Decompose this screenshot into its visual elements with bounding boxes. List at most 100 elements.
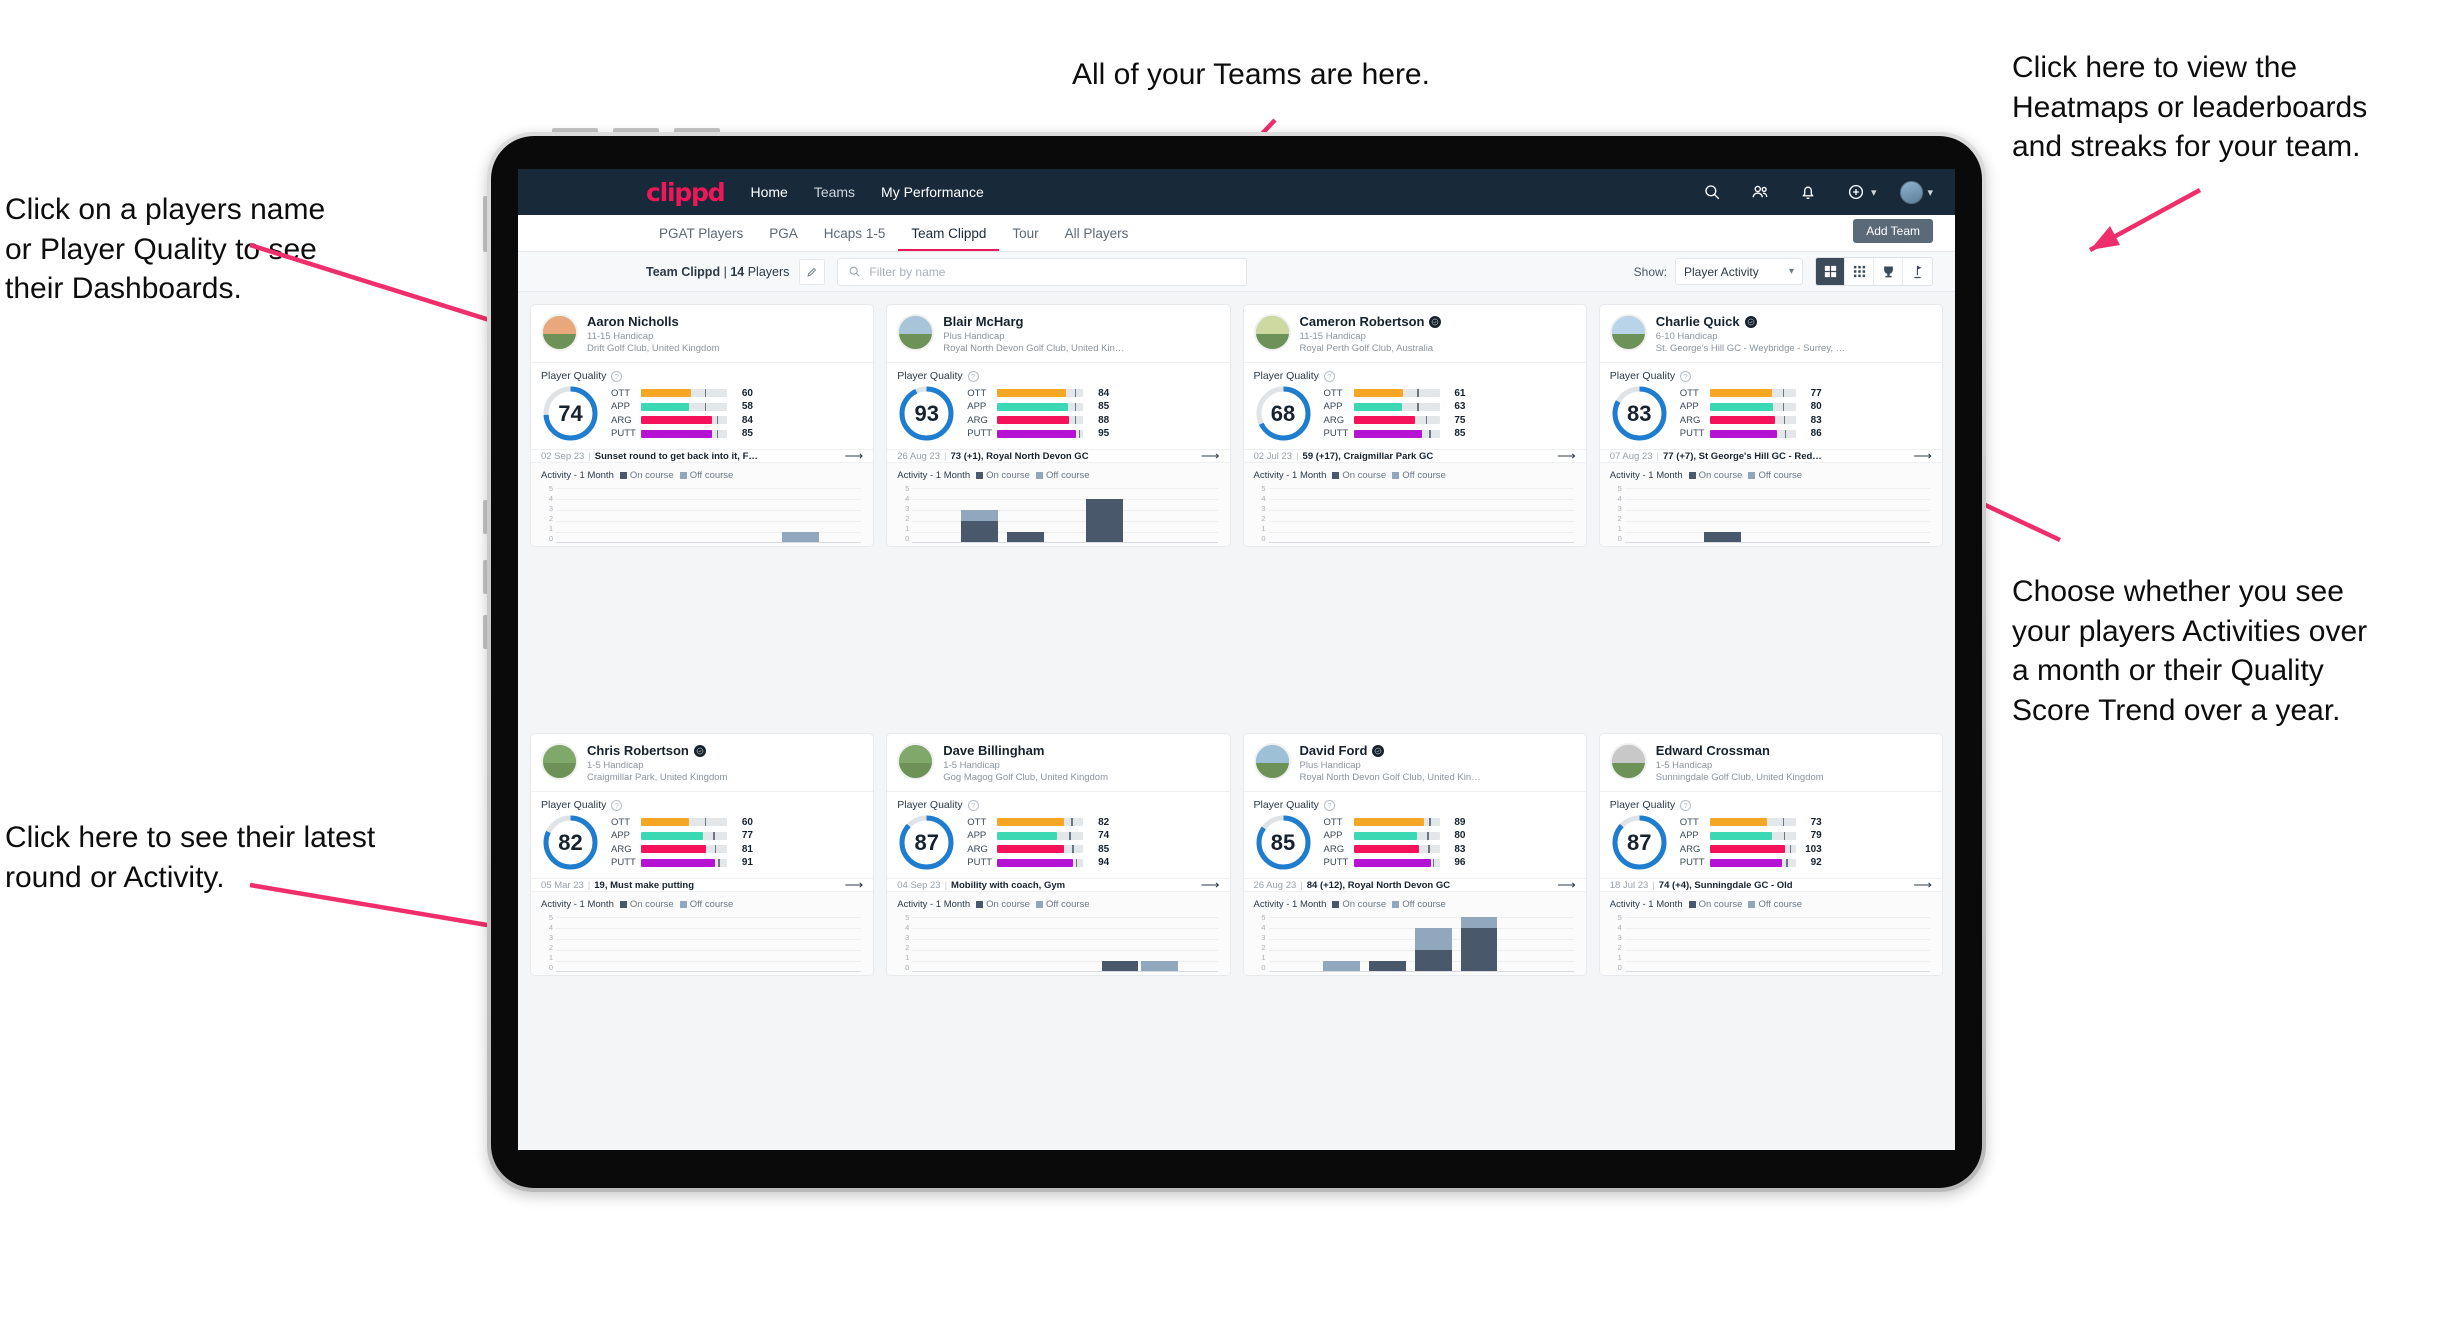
player-card[interactable]: Blair McHarg Plus Handicap Royal North Dev… <box>886 304 1231 547</box>
y-axis-tick: 5 <box>548 484 553 493</box>
nav-link-my-performance[interactable]: My Performance <box>881 184 984 200</box>
player-card[interactable]: Cameron Robertson 11-15 Handicap Royal Per… <box>1242 304 1587 547</box>
player-name[interactable]: Chris Robertson <box>587 743 863 758</box>
help-icon[interactable]: ? <box>967 370 979 382</box>
people-icon[interactable] <box>1749 181 1771 203</box>
heatmap-view-icon[interactable] <box>1845 258 1874 285</box>
player-quality-block[interactable]: Player Quality? 87 OTT 82 APP 74 ARG 85 PUTT 94 <box>887 792 1230 879</box>
player-quality-block[interactable]: Player Quality? 68 OTT 61 APP 63 ARG 75 PUTT 85 <box>1243 363 1586 450</box>
grid-view-icon[interactable] <box>1816 258 1845 285</box>
player-name[interactable]: David Ford <box>1300 743 1576 758</box>
player-quality-block[interactable]: Player Quality? 82 OTT 60 APP 77 ARG 81 PUTT 91 <box>531 792 874 879</box>
metric-bar-track <box>641 818 727 827</box>
metric-value: 95 <box>1098 428 1110 440</box>
latest-round-row[interactable]: 26 Aug 23 | 84 (+12), Royal North Devon GC… <box>1243 879 1586 892</box>
tab-all-players[interactable]: All Players <box>1052 226 1142 251</box>
streaks-flag-icon[interactable] <box>1903 258 1932 285</box>
player-quality-block[interactable]: Player Quality? 85 OTT 89 APP 80 ARG 83 PUTT 96 <box>1243 792 1586 879</box>
metric-bar-track <box>997 429 1084 438</box>
activity-header: Activity - 1 Month On course Off course <box>897 470 1219 481</box>
show-select[interactable]: Player Activity ▾ <box>1675 258 1803 285</box>
player-name[interactable]: Blair McHarg <box>943 314 1219 329</box>
latest-round-row[interactable]: 02 Jul 23 | 59 (+17), Craigmillar Park GC ⟶ <box>1243 450 1586 463</box>
help-icon[interactable]: ? <box>1680 370 1692 382</box>
activity-header: Activity - 1 Month On course Off course <box>541 470 863 481</box>
latest-round-row[interactable]: 07 Aug 23 | 77 (+7), St George's Hill GC -… <box>1599 450 1942 463</box>
arrow-right-icon[interactable]: ⟶ <box>1913 879 1932 891</box>
metric-bar-track <box>997 416 1084 425</box>
add-circle-icon[interactable] <box>1845 181 1867 203</box>
metric-value: 80 <box>1810 401 1822 413</box>
legend-on-course: On course <box>1332 899 1386 910</box>
player-name[interactable]: Dave Billingham <box>943 743 1219 758</box>
latest-round-row[interactable]: 26 Aug 23 | 73 (+1), Royal North Devon GC ⟶ <box>887 450 1230 463</box>
bell-icon[interactable] <box>1797 181 1819 203</box>
player-handicap: Plus Handicap <box>1299 760 1361 771</box>
quality-score: 83 <box>1627 400 1652 426</box>
player-name[interactable]: Charlie Quick <box>1656 314 1932 329</box>
player-name[interactable]: Aaron Nicholls <box>587 314 863 329</box>
arrow-right-icon[interactable]: ⟶ <box>845 879 864 891</box>
player-card[interactable]: Aaron Nicholls 11-15 Handicap Drift Golf C… <box>530 304 875 547</box>
latest-round-row[interactable]: 02 Sep 23 | Sunset round to get back into … <box>531 450 874 463</box>
player-name[interactable]: Cameron Robertson <box>1300 314 1576 329</box>
chart-plot-area <box>912 488 1218 543</box>
activity-bar <box>1460 917 1498 972</box>
tab-pgat-players[interactable]: PGAT Players <box>646 226 756 251</box>
search-input[interactable]: Filter by name <box>837 257 1247 286</box>
add-chevron-down-icon[interactable]: ▾ <box>1871 186 1877 199</box>
tab-pga[interactable]: PGA <box>756 226 811 251</box>
player-quality-block[interactable]: Player Quality? 83 OTT 77 APP 80 ARG 83 PUTT 86 <box>1599 363 1942 450</box>
player-name[interactable]: Edward Crossman <box>1656 743 1932 758</box>
round-description: 74 (+4), Sunningdale GC - Old <box>1658 879 1793 891</box>
y-axis-tick: 5 <box>1617 484 1622 493</box>
nav-link-teams[interactable]: Teams <box>814 184 855 200</box>
help-icon[interactable]: ? <box>1323 799 1335 811</box>
latest-round-row[interactable]: 04 Sep 23 | Mobility with coach, Gym ⟶ <box>887 879 1230 892</box>
player-card[interactable]: Dave Billingham 1-5 Handicap Gog Magog Gol… <box>886 733 1231 976</box>
player-name-text: Aaron Nicholls <box>587 314 679 329</box>
arrow-right-icon[interactable]: ⟶ <box>845 450 864 462</box>
player-quality-block[interactable]: Player Quality? 74 OTT 60 APP 58 ARG 84 PUTT 85 <box>531 363 874 450</box>
add-team-button[interactable]: Add Team <box>1853 219 1933 243</box>
avatar-chevron-down-icon[interactable]: ▾ <box>1927 186 1933 199</box>
legend-on-label: On course <box>986 899 1030 910</box>
help-icon[interactable]: ? <box>611 799 623 811</box>
player-card[interactable]: Chris Robertson 1-5 Handicap Craigmillar P… <box>530 733 875 976</box>
player-card[interactable]: Edward Crossman 1-5 Handicap Sunningdale G… <box>1598 733 1943 976</box>
edit-team-button[interactable] <box>799 258 826 285</box>
y-axis-tick: 3 <box>905 504 910 514</box>
latest-round-row[interactable]: 18 Jul 23 | 74 (+4), Sunningdale GC - Old ⟶ <box>1599 879 1942 892</box>
latest-round-row[interactable]: 05 Mar 23 | 19, Must make putting ⟶ <box>531 879 874 892</box>
help-icon[interactable]: ? <box>1680 799 1692 811</box>
tab-hcaps-1-5[interactable]: Hcaps 1-5 <box>811 226 899 251</box>
player-quality-label: Player Quality <box>897 370 963 382</box>
user-avatar[interactable] <box>1900 180 1924 204</box>
metric-label: APP <box>1679 830 1699 842</box>
player-quality-block[interactable]: Player Quality? 93 OTT 84 APP 85 ARG 88 PUTT 95 <box>887 363 1230 450</box>
arrow-right-icon[interactable]: ⟶ <box>1201 879 1220 891</box>
leaderboard-trophy-icon[interactable] <box>1874 258 1903 285</box>
arrow-right-icon[interactable]: ⟶ <box>1557 450 1576 462</box>
nav-link-home[interactable]: Home <box>750 184 787 200</box>
metric-label: OTT <box>1323 816 1343 828</box>
player-card[interactable]: David Ford Plus Handicap Royal North Devon… <box>1242 733 1587 976</box>
player-card[interactable]: Charlie Quick 6-10 Handicap St. George's H… <box>1598 304 1943 547</box>
help-icon[interactable]: ? <box>1323 370 1335 382</box>
metric-value: 85 <box>1098 401 1110 413</box>
activity-header: Activity - 1 Month On course Off course <box>1254 470 1576 481</box>
metric-value: 73 <box>1810 816 1822 828</box>
help-icon[interactable]: ? <box>611 370 623 382</box>
arrow-right-icon[interactable]: ⟶ <box>1201 450 1220 462</box>
help-icon[interactable]: ? <box>967 799 979 811</box>
tab-team-clippd[interactable]: Team Clippd <box>898 226 1000 251</box>
arrow-right-icon[interactable]: ⟶ <box>1557 879 1576 891</box>
search-icon[interactable] <box>1701 181 1723 203</box>
quality-metric-row: OTT 73 <box>1680 816 1932 830</box>
tab-tour[interactable]: Tour <box>999 226 1051 251</box>
player-quality-block[interactable]: Player Quality? 87 OTT 73 APP 79 ARG 103 PUTT 92 <box>1599 792 1942 879</box>
activity-title: Activity - 1 Month <box>1609 899 1683 910</box>
activity-chart: 543210 31 Jul 21 Aug 4 Sep <box>1610 484 1932 546</box>
clippd-logo[interactable]: clippd <box>646 178 726 207</box>
arrow-right-icon[interactable]: ⟶ <box>1913 450 1932 462</box>
